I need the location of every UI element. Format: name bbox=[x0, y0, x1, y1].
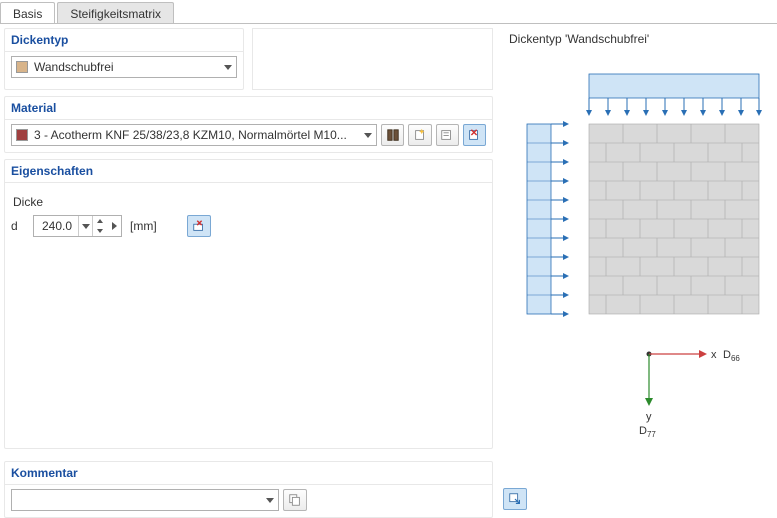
library-button[interactable] bbox=[381, 124, 404, 146]
thickness-value: 240.0 bbox=[34, 219, 78, 233]
empty-panel bbox=[252, 28, 493, 90]
preview-panel: Dickentyp 'Wandschubfrei' bbox=[495, 24, 777, 518]
material-panel: Material 3 - Acotherm KNF 25/38/23,8 KZM… bbox=[4, 96, 493, 153]
pick-icon bbox=[192, 219, 206, 233]
thickness-unit: [mm] bbox=[130, 219, 157, 233]
comment-select[interactable] bbox=[11, 489, 279, 511]
delete-icon bbox=[467, 128, 481, 142]
thickness-type-select[interactable]: Wandschubfrei bbox=[11, 56, 237, 78]
thickness-step[interactable] bbox=[107, 216, 121, 236]
new-icon bbox=[413, 128, 427, 142]
thickness-swatch-icon bbox=[16, 61, 28, 73]
edit-icon bbox=[440, 128, 454, 142]
thickness-label: Dicke bbox=[13, 195, 486, 209]
preview-title: Dickentyp 'Wandschubfrei' bbox=[509, 32, 769, 46]
book-icon bbox=[386, 128, 400, 142]
material-value: 3 - Acotherm KNF 25/38/23,8 KZM10, Norma… bbox=[34, 128, 358, 142]
copy-icon bbox=[288, 493, 302, 507]
thickness-type-value: Wandschubfrei bbox=[34, 60, 218, 74]
tab-bar: Basis Steifigkeitsmatrix bbox=[0, 0, 777, 24]
d-label: d bbox=[11, 219, 27, 233]
chevron-down-icon bbox=[82, 224, 90, 229]
tab-basis[interactable]: Basis bbox=[0, 2, 55, 23]
spin-down[interactable] bbox=[93, 226, 107, 236]
new-button[interactable] bbox=[408, 124, 431, 146]
triangle-down-icon bbox=[97, 229, 103, 233]
svg-text:D77: D77 bbox=[639, 425, 656, 439]
preview-diagram: x D66 y D77 bbox=[509, 54, 769, 454]
tab-stiffness-matrix[interactable]: Steifigkeitsmatrix bbox=[57, 2, 174, 23]
chevron-down-icon bbox=[364, 133, 372, 138]
axis-x-label: x bbox=[711, 349, 717, 361]
material-swatch-icon bbox=[16, 129, 28, 141]
triangle-up-icon bbox=[97, 219, 103, 223]
comment-copy-button[interactable] bbox=[283, 489, 307, 511]
wall-icon bbox=[589, 124, 759, 314]
thickness-input[interactable]: 240.0 bbox=[33, 215, 122, 237]
delete-button[interactable] bbox=[463, 124, 486, 146]
comment-header: Kommentar bbox=[5, 462, 492, 485]
comment-panel: Kommentar bbox=[4, 461, 493, 518]
export-icon bbox=[508, 492, 522, 506]
properties-panel: Eigenschaften Dicke d 240.0 bbox=[4, 159, 493, 449]
material-select[interactable]: 3 - Acotherm KNF 25/38/23,8 KZM10, Norma… bbox=[11, 124, 377, 146]
chevron-down-icon bbox=[224, 65, 232, 70]
axis-y-label: y bbox=[646, 411, 652, 423]
thickness-type-header: Dickentyp bbox=[5, 29, 243, 52]
thickness-dropdown[interactable] bbox=[78, 216, 92, 236]
material-header: Material bbox=[5, 97, 492, 120]
edit-button[interactable] bbox=[436, 124, 459, 146]
thickness-action-button[interactable] bbox=[187, 215, 211, 237]
properties-header: Eigenschaften bbox=[5, 160, 492, 183]
thickness-type-panel: Dickentyp Wandschubfrei bbox=[4, 28, 244, 90]
chevron-down-icon bbox=[266, 498, 274, 503]
triangle-right-icon bbox=[112, 222, 117, 230]
spin-up[interactable] bbox=[93, 216, 107, 226]
svg-text:D66: D66 bbox=[723, 349, 740, 363]
preview-export-button[interactable] bbox=[503, 488, 527, 510]
thickness-spinner[interactable] bbox=[92, 216, 107, 236]
